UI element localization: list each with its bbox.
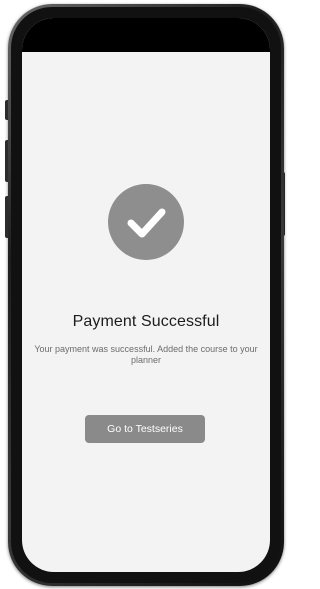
payment-success-panel: Payment Successful Your payment was succ… [22,18,270,572]
go-to-testseries-button[interactable]: Go to Testseries [85,415,205,443]
check-icon [108,184,184,260]
success-message: Your payment was successful. Added the c… [34,344,258,365]
phone-mockup: Payment Successful Your payment was succ… [0,0,286,589]
phone-frame: Payment Successful Your payment was succ… [8,4,284,586]
app-screen: Payment Successful Your payment was succ… [22,18,270,572]
phone-bezel: Payment Successful Your payment was succ… [11,7,281,583]
success-title: Payment Successful [72,313,220,330]
